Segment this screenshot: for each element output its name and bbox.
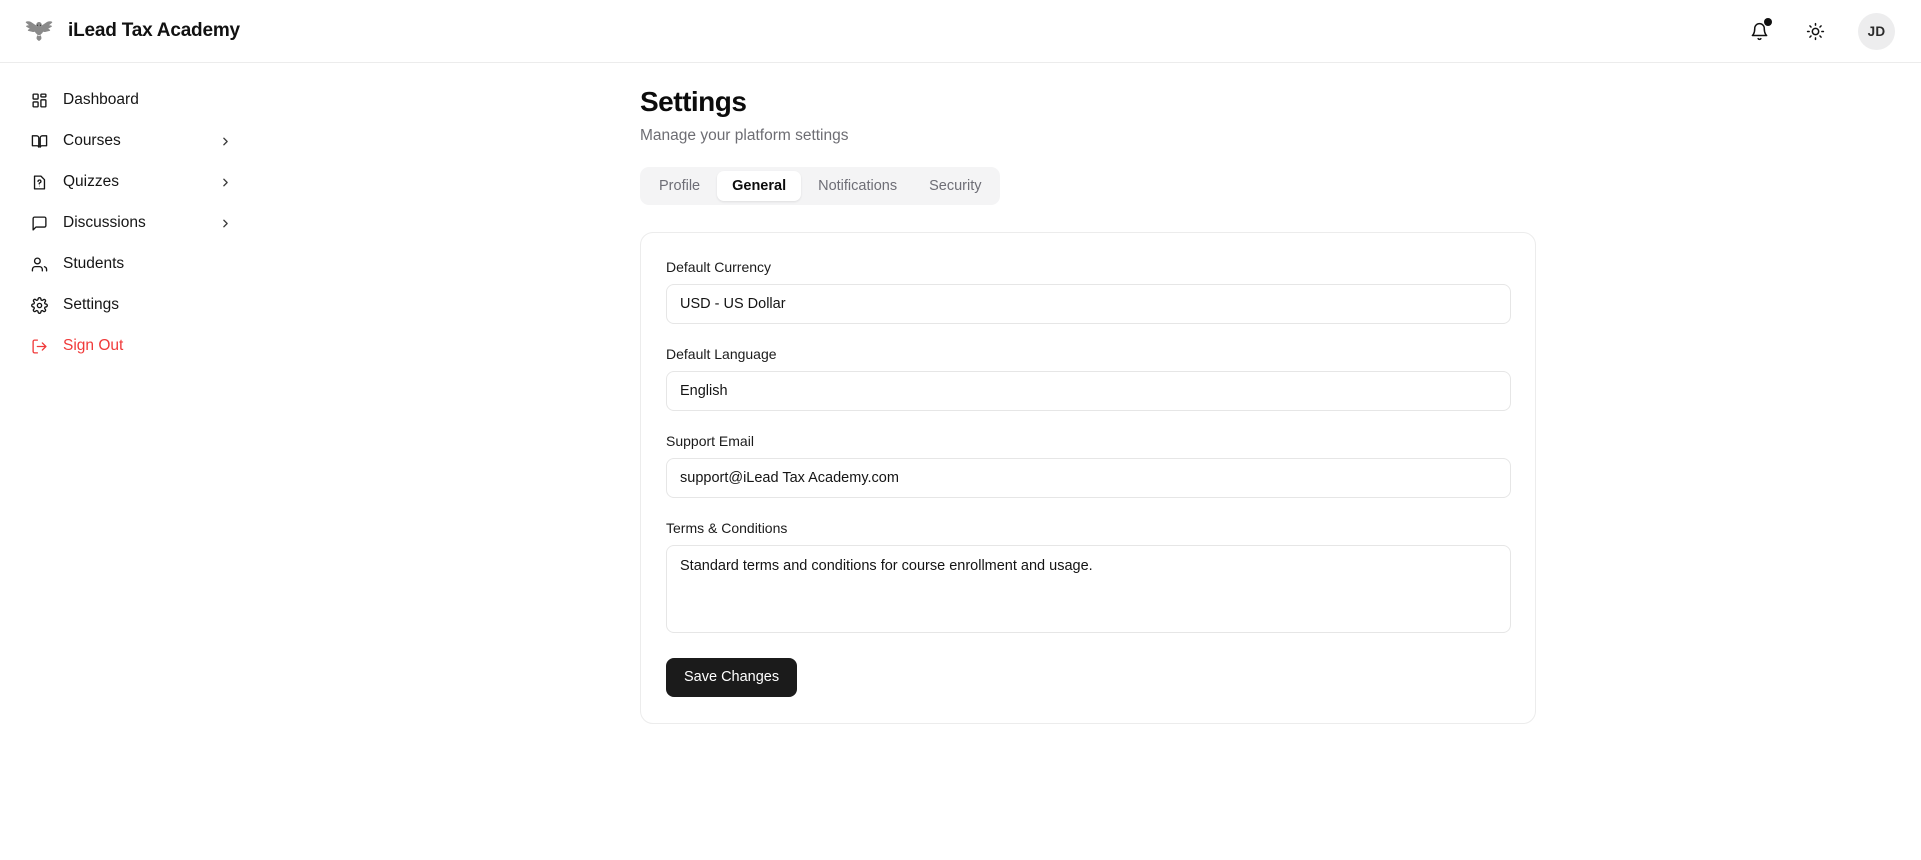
notification-badge-dot [1764, 18, 1772, 26]
page-subtitle: Manage your platform settings [640, 127, 1921, 145]
sidebar-item-label: Discussions [63, 214, 218, 232]
sidebar-item-dashboard[interactable]: Dashboard [18, 80, 244, 120]
settings-page: Settings Manage your platform settings P… [262, 63, 1921, 724]
sidebar-item-settings[interactable]: Settings [18, 285, 244, 325]
default-language-input[interactable] [666, 371, 1511, 411]
tab-notifications[interactable]: Notifications [803, 171, 912, 201]
support-email-label: Support Email [666, 433, 1511, 449]
terms-conditions-textarea[interactable]: Standard terms and conditions for course… [666, 545, 1511, 633]
brand[interactable]: iLead Tax Academy [22, 14, 240, 48]
sidebar-item-sign-out[interactable]: Sign Out [18, 326, 244, 366]
topbar-actions: JD [1746, 13, 1895, 50]
eagle-emblem-logo-icon [22, 14, 56, 48]
chevron-right-icon[interactable] [218, 134, 232, 148]
page-title: Settings [640, 85, 1921, 119]
default-currency-input[interactable] [666, 284, 1511, 324]
notifications-bell-icon[interactable] [1746, 18, 1772, 44]
field-default-language: Default Language [666, 346, 1511, 411]
sidebar-nav: Dashboard Courses Quizzes [0, 63, 262, 860]
user-avatar[interactable]: JD [1858, 13, 1895, 50]
settings-tabs: Profile General Notifications Security [640, 167, 1000, 205]
sidebar-item-label: Courses [63, 132, 218, 150]
sidebar-item-label: Sign Out [63, 337, 232, 355]
message-square-icon [30, 214, 49, 233]
sidebar-item-label: Students [63, 255, 232, 273]
sidebar-item-label: Quizzes [63, 173, 218, 191]
theme-toggle-sun-icon[interactable] [1802, 18, 1828, 44]
field-terms-conditions: Terms & Conditions Standard terms and co… [666, 520, 1511, 638]
support-email-input[interactable] [666, 458, 1511, 498]
sidebar-item-discussions[interactable]: Discussions [18, 203, 244, 243]
sidebar-item-students[interactable]: Students [18, 244, 244, 284]
default-language-label: Default Language [666, 346, 1511, 362]
default-currency-label: Default Currency [666, 259, 1511, 275]
users-icon [30, 255, 49, 274]
main-content: Settings Manage your platform settings P… [262, 63, 1921, 860]
save-changes-button[interactable]: Save Changes [666, 658, 797, 697]
sidebar-item-label: Dashboard [63, 91, 232, 109]
tab-profile[interactable]: Profile [644, 171, 715, 201]
top-header-bar: iLead Tax Academy JD [0, 0, 1921, 63]
chevron-right-icon[interactable] [218, 216, 232, 230]
terms-conditions-label: Terms & Conditions [666, 520, 1511, 536]
tab-general[interactable]: General [717, 171, 801, 201]
log-out-icon [30, 337, 49, 356]
field-support-email: Support Email [666, 433, 1511, 498]
file-question-icon [30, 173, 49, 192]
sidebar-item-quizzes[interactable]: Quizzes [18, 162, 244, 202]
tab-security[interactable]: Security [914, 171, 996, 201]
book-open-icon [30, 132, 49, 151]
field-default-currency: Default Currency [666, 259, 1511, 324]
general-settings-card: Default Currency Default Language Suppor… [640, 232, 1536, 724]
gear-icon [30, 296, 49, 315]
sidebar-item-courses[interactable]: Courses [18, 121, 244, 161]
grid-icon [30, 91, 49, 110]
brand-name: iLead Tax Academy [68, 20, 240, 42]
chevron-right-icon[interactable] [218, 175, 232, 189]
sidebar-item-label: Settings [63, 296, 232, 314]
